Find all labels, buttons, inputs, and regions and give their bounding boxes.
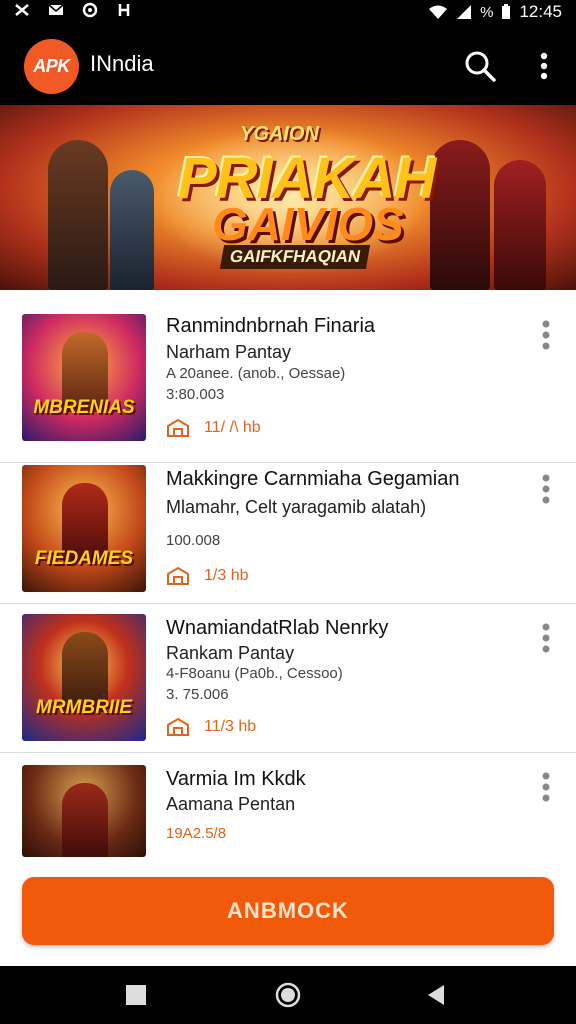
app-thumbnail: MBRENIAS: [22, 314, 146, 441]
app-meta: A 20anee. (anob., Oessae): [166, 365, 346, 382]
store-icon: [167, 566, 189, 585]
app-thumbnail: [22, 765, 146, 857]
app-developer: Narham Pantay: [166, 342, 292, 362]
thumb-figure: [62, 783, 108, 857]
mail-icon: [48, 4, 64, 15]
download-count: 11/ /\ hb: [204, 419, 261, 436]
banner-subtitle: GAIFKFHAQIAN: [219, 245, 371, 269]
app-title: WnamiandatRlab Nenrky: [166, 617, 389, 639]
notification-icon: [15, 4, 29, 16]
app-title: Varmia Im Kkdk: [166, 768, 306, 790]
signal-icon: [457, 5, 472, 19]
app-thumbnail: FIEDAMES: [22, 465, 146, 592]
item-more-icon[interactable]: [536, 318, 556, 354]
thumb-caption: FIEDAMES: [34, 548, 134, 569]
list-item[interactable]: MBRENIAS Ranmindnbrnah Finaria Narham Pa…: [0, 290, 576, 463]
app-developer: Rankam Pantay: [166, 643, 295, 663]
app-meta: 4-F8oanu (Pa0b., Cessoo): [166, 665, 343, 682]
app-price: 19A2.5/8: [166, 825, 227, 842]
app-title: Makkingre Carnmiaha Gegamian: [166, 468, 460, 490]
battery-icon: [502, 4, 511, 19]
app-title: INndia: [90, 51, 154, 76]
banner-hero-left-2: [110, 170, 154, 290]
clock: 12:45: [519, 2, 562, 21]
system-nav-bar: [0, 966, 576, 1024]
back-icon[interactable]: [422, 980, 452, 1010]
circle-icon[interactable]: [273, 980, 303, 1010]
wifi-icon: [429, 5, 448, 19]
item-more-icon[interactable]: [536, 621, 556, 657]
app-size: 3. 75.006: [166, 686, 229, 703]
list-item[interactable]: MRMBRIIE WnamiandatRlab Nenrky Rankam Pa…: [0, 603, 576, 753]
thumb-caption: MBRENIAS: [33, 397, 135, 418]
square-icon[interactable]: [121, 980, 151, 1010]
banner-hero-right: [430, 140, 490, 290]
item-more-icon[interactable]: [536, 770, 556, 806]
list-item[interactable]: Varmia Im Kkdk Aamana Pentan 19A2.5/8: [0, 752, 576, 860]
thumb-caption: MRMBRIIE: [35, 697, 133, 718]
app-developer: Aamana Pentan: [166, 794, 296, 814]
list-item[interactable]: FIEDAMES Makkingre Carnmiaha Gegamian Ml…: [0, 462, 576, 604]
promo-banner[interactable]: YGAION PRIAKAH GAIVIOS GAIFKFHAQIAN: [0, 105, 576, 290]
store-icon: [167, 418, 189, 437]
app-logo[interactable]: APK: [24, 39, 79, 94]
app-thumbnail: MRMBRIIE: [22, 614, 146, 741]
banner-title-line2: GAIVIOS: [212, 198, 404, 250]
download-count: 11/3 hb: [204, 718, 257, 735]
app-size: 100.008: [166, 532, 221, 549]
item-more-icon[interactable]: [536, 472, 556, 508]
store-icon: [167, 717, 189, 736]
banner-hero-left: [48, 140, 108, 290]
app-downloads: 11/ /\ hb: [166, 418, 261, 438]
app-downloads: 11/3 hb: [166, 717, 256, 737]
app-developer: Mlamahr, Celt yaragamib alatah): [166, 497, 427, 517]
download-count: 1/3 hb: [204, 567, 249, 584]
sync-icon: [82, 2, 98, 18]
more-vert-icon[interactable]: [530, 48, 558, 84]
app-size: 3:80.003: [166, 386, 225, 403]
battery-label: %: [480, 3, 494, 21]
app-title: Ranmindnbrnah Finaria: [166, 315, 376, 337]
banner-kicker: YGAION: [240, 123, 319, 145]
primary-action-button[interactable]: ANBMOCK: [22, 877, 554, 945]
app-bar: APK INndia: [0, 24, 576, 105]
search-icon[interactable]: [462, 48, 498, 84]
app-downloads: 1/3 hb: [166, 566, 248, 586]
app-notification-icon: [118, 4, 130, 16]
banner-hero-right-2: [494, 160, 546, 290]
status-bar: % 12:45: [0, 0, 576, 24]
